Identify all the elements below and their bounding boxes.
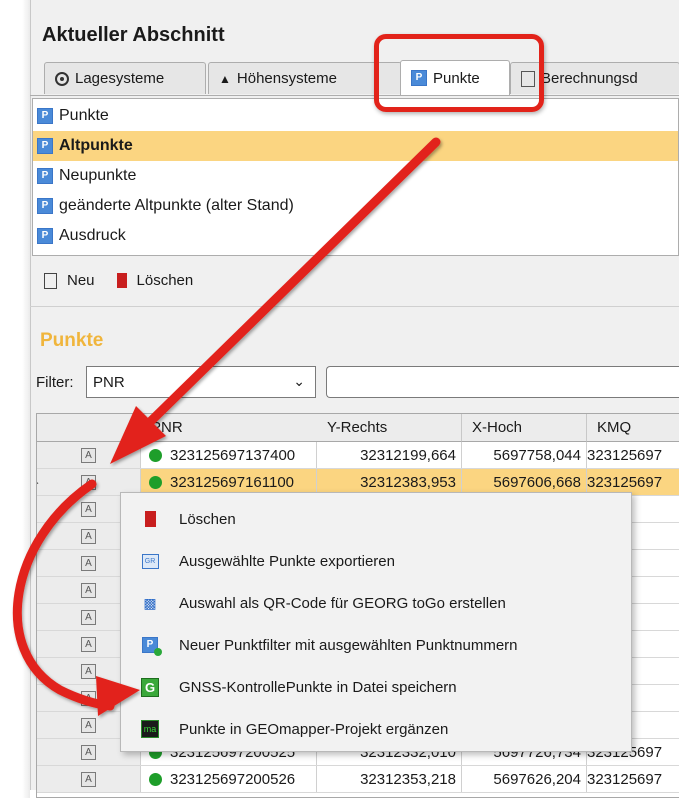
arrow-head-gnss <box>96 676 140 716</box>
arrow-curve-to-gnss <box>13 479 115 711</box>
arrow-tab-to-grid <box>145 137 441 427</box>
annotation-arrows <box>13 137 441 716</box>
